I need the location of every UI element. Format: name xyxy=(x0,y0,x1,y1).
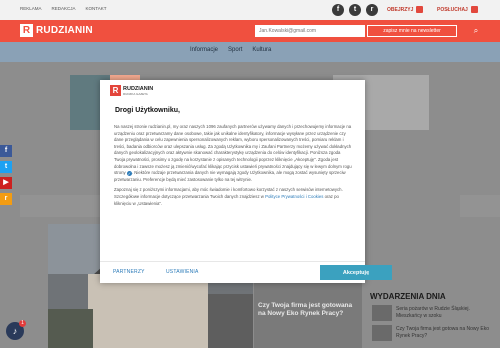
event-title: Seria pożarów w Rudzie Śląskiej. Mieszka… xyxy=(396,306,470,319)
main-nav: Informacje Sport Kultura xyxy=(0,42,500,62)
link-reklama[interactable]: REKLAMA xyxy=(20,6,42,11)
newsletter-email-input[interactable] xyxy=(255,25,365,37)
consent-paragraph-2: Zapoznaj się z poniższymi informacjami, … xyxy=(114,187,343,206)
side-social-bar: f t ▶ r xyxy=(0,145,12,209)
building xyxy=(88,274,208,348)
consent-paragraph-1: Na naszej stronie rudzianin.pl, my oraz … xyxy=(114,124,352,182)
search-icon[interactable]: ⌕ xyxy=(470,25,482,37)
dialog-title: Drogi Użytkowniku, xyxy=(115,107,180,114)
list-item[interactable]: Czy Twoja firma jest gotowa na Nowy Eko … xyxy=(372,325,500,341)
event-title: Czy Twoja firma jest gotowa na Nowy Eko … xyxy=(396,326,490,339)
dialog-body: Na naszej stronie rudzianin.pl, my oraz … xyxy=(114,124,352,284)
facebook-icon[interactable]: f xyxy=(0,145,12,157)
event-thumbnail xyxy=(372,305,392,321)
consent-dialog: R RUDZIANIN RUDZKA GAZETA Drogi Użytkown… xyxy=(100,80,392,284)
rss-icon[interactable]: r xyxy=(366,4,378,16)
notification-bell-icon[interactable]: ♪ 1 xyxy=(6,320,26,340)
ad-strip-right xyxy=(460,195,500,217)
rss-icon[interactable]: r xyxy=(0,193,12,205)
top-social: f t r xyxy=(332,4,378,16)
twitter-icon[interactable]: t xyxy=(0,161,12,173)
site-header: R RUDZIANIN zapisz mnie na newsletter ⌕ xyxy=(0,20,500,42)
tree xyxy=(48,309,93,348)
event-thumbnail xyxy=(372,325,392,341)
accept-button[interactable]: Akceptuję xyxy=(320,265,392,280)
play-icon xyxy=(416,6,424,13)
logo-mark: R xyxy=(20,24,33,37)
watch-label: OBEJRZYJ xyxy=(387,6,414,13)
section-title: WYDARZENIA DNIA xyxy=(370,292,446,301)
privacy-policy-link[interactable]: Polityce Prywatności i Cookies xyxy=(265,194,323,199)
top-bar: REKLAMA REDAKCJA KONTAKT f t r OBEJRZYJ … xyxy=(0,0,500,20)
link-kontakt[interactable]: KONTAKT xyxy=(86,6,107,11)
site-logo[interactable]: R RUDZIANIN xyxy=(20,24,93,37)
logo-subtitle: RUDZKA GAZETA xyxy=(123,91,148,96)
logo-text: RUDZIANIN xyxy=(36,25,93,36)
newsletter-button[interactable]: zapisz mnie na newsletter xyxy=(367,25,457,37)
logo-mark: R xyxy=(110,85,121,96)
listen-link[interactable]: POSŁUCHAJ xyxy=(437,6,478,13)
listen-label: POSŁUCHAJ xyxy=(437,6,468,13)
nav-item-sport[interactable]: Sport xyxy=(228,47,242,53)
ad-strip-left xyxy=(20,195,100,217)
dialog-logo: R RUDZIANIN RUDZKA GAZETA xyxy=(110,85,153,96)
list-item[interactable]: Seria pożarów w Rudzie Śląskiej. Mieszka… xyxy=(372,305,500,321)
nav-item-informacje[interactable]: Informacje xyxy=(190,47,218,53)
watch-link[interactable]: OBEJRZYJ xyxy=(387,6,424,13)
link-redakcja[interactable]: REDAKCJA xyxy=(52,6,76,11)
top-links: REKLAMA REDAKCJA KONTAKT xyxy=(20,6,106,11)
nav-item-kultura[interactable]: Kultura xyxy=(252,47,271,53)
notification-badge: 1 xyxy=(19,320,26,327)
settings-button[interactable]: USTAWIENIA xyxy=(166,269,199,275)
article-card-title[interactable]: Czy Twoja firma jest gotowana na Nowy Ek… xyxy=(258,302,358,318)
partners-button[interactable]: PARTNERZY xyxy=(113,269,145,275)
tree xyxy=(208,294,253,348)
headphones-icon xyxy=(470,6,478,13)
facebook-icon[interactable]: f xyxy=(332,4,344,16)
dialog-footer: PARTNERZY USTAWIENIA Akceptuję xyxy=(100,261,392,283)
youtube-icon[interactable]: ▶ xyxy=(0,177,12,189)
twitter-icon[interactable]: t xyxy=(349,4,361,16)
